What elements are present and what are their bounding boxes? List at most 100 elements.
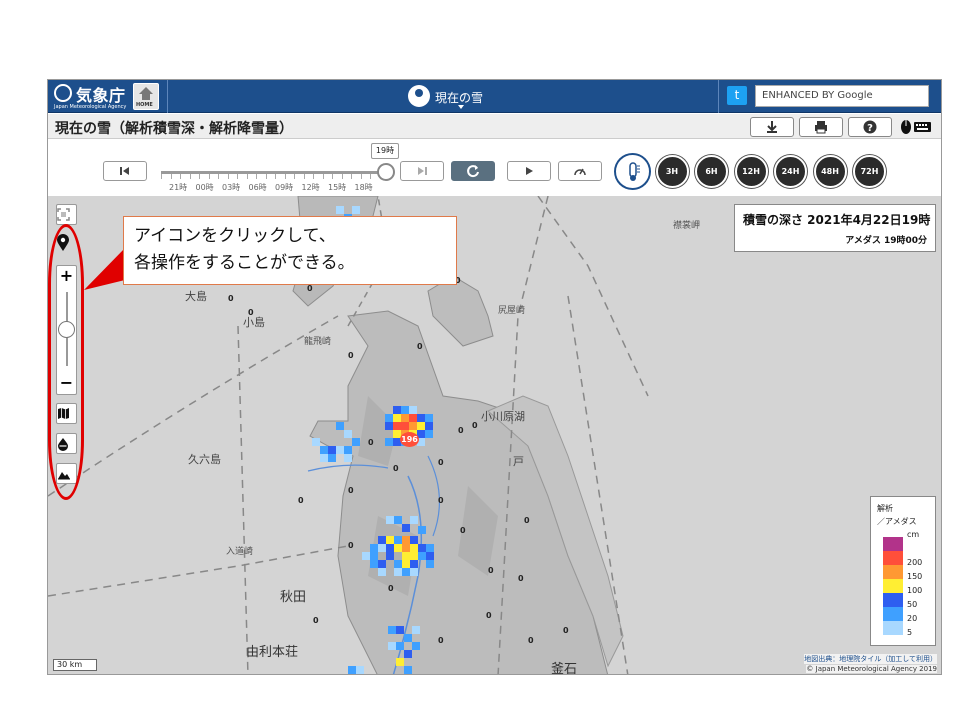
scale-bar: 30 km bbox=[53, 659, 97, 671]
amedas-value-marker[interactable]: 0 bbox=[486, 611, 492, 620]
title-bar: 現在の雪（解析積雪深・解析降雪量） ? bbox=[48, 114, 941, 139]
twitter-icon[interactable]: t bbox=[727, 86, 747, 105]
fullscreen-button[interactable] bbox=[56, 204, 77, 225]
time-tick bbox=[237, 174, 238, 179]
amedas-value-marker[interactable]: 0 bbox=[488, 566, 494, 575]
legend-label: 200 bbox=[907, 558, 923, 567]
amedas-value-marker[interactable]: 0 bbox=[228, 294, 234, 303]
snowfall-72H-button[interactable]: 72H bbox=[853, 155, 886, 188]
first-frame-button[interactable] bbox=[103, 161, 147, 181]
snow-grid-cell bbox=[402, 544, 410, 552]
jma-logo[interactable]: 気象庁 Japan Meteorological Agency bbox=[54, 83, 132, 110]
time-slider-handle[interactable] bbox=[377, 163, 395, 181]
time-tick-label: 18時 bbox=[354, 183, 373, 192]
snow-grid-cell bbox=[402, 560, 410, 568]
snow-depth-button[interactable] bbox=[616, 155, 649, 188]
amedas-value-marker[interactable]: 0 bbox=[393, 464, 399, 473]
time-slider-track[interactable] bbox=[161, 171, 386, 174]
snow-grid-cell bbox=[394, 544, 402, 552]
snow-grid-cell bbox=[401, 422, 409, 430]
snow-depth-icon bbox=[628, 162, 640, 181]
amedas-value-marker[interactable]: 0 bbox=[368, 438, 374, 447]
snow-grid-cell bbox=[425, 430, 433, 438]
latest-refresh-button[interactable] bbox=[451, 161, 495, 181]
time-tick bbox=[341, 174, 343, 179]
snow-grid-cell bbox=[386, 536, 394, 544]
snow-grid-cell bbox=[396, 626, 404, 634]
snow-grid-cell bbox=[402, 552, 410, 560]
last-frame-button[interactable] bbox=[400, 161, 444, 181]
info-subtitle: アメダス 19時00分 bbox=[845, 236, 927, 246]
time-tick bbox=[227, 174, 229, 179]
site-search-input[interactable]: ENHANCED BY Google bbox=[755, 85, 929, 107]
logo-name: 気象庁 bbox=[76, 86, 126, 105]
amedas-value-marker[interactable]: 0 bbox=[438, 496, 444, 505]
snow-grid-cell bbox=[320, 454, 328, 462]
help-button[interactable]: ? bbox=[848, 117, 892, 137]
snowfall-12H-button[interactable]: 12H bbox=[734, 155, 768, 188]
info-title: 積雪の深さ 2021年4月22日19時 bbox=[743, 213, 931, 227]
snow-grid-cell bbox=[388, 642, 396, 650]
legend-swatch bbox=[883, 593, 903, 607]
snowfall-6H-button[interactable]: 6H bbox=[695, 155, 728, 188]
home-label: HOME bbox=[136, 102, 153, 108]
amedas-value-marker[interactable]: 0 bbox=[528, 636, 534, 645]
time-tick bbox=[208, 174, 210, 179]
amedas-value-marker[interactable]: 0 bbox=[472, 421, 478, 430]
snow-grid-cell bbox=[404, 666, 412, 674]
amedas-value-marker[interactable]: 0 bbox=[298, 496, 304, 505]
snow-grid-cell bbox=[396, 658, 404, 666]
skip-end-icon bbox=[418, 167, 427, 175]
page-title: 現在の雪（解析積雪深・解析降雪量） bbox=[55, 121, 293, 137]
amedas-value-marker[interactable]: 0 bbox=[388, 584, 394, 593]
snow-grid-cell bbox=[393, 422, 401, 430]
amedas-value-marker[interactable]: 0 bbox=[307, 284, 313, 293]
play-button[interactable] bbox=[507, 161, 551, 181]
snowfall-3H-button[interactable]: 3H bbox=[655, 155, 689, 188]
snow-grid-cell bbox=[370, 552, 378, 560]
callout-line-2: 各操作をすることができる。 bbox=[134, 253, 355, 273]
skip-start-icon bbox=[120, 167, 129, 175]
place-label: 大島 bbox=[185, 290, 207, 303]
amedas-value-marker[interactable]: 0 bbox=[518, 574, 524, 583]
snowfall-48H-button[interactable]: 48H bbox=[813, 155, 847, 188]
mouse-keyboard-icon[interactable] bbox=[900, 119, 932, 135]
home-button[interactable]: HOME bbox=[133, 83, 159, 110]
download-button[interactable] bbox=[750, 117, 794, 137]
amedas-value-marker[interactable]: 0 bbox=[524, 516, 530, 525]
snow-grid-cell bbox=[425, 414, 433, 422]
map-credit-link[interactable]: 地図出典：地理院タイル（加工して利用） bbox=[804, 654, 937, 664]
legend-swatch bbox=[883, 579, 903, 593]
amedas-value-marker[interactable]: 0 bbox=[438, 458, 444, 467]
amedas-value-marker[interactable]: 0 bbox=[348, 541, 354, 550]
amedas-max-marker[interactable]: 196 bbox=[400, 432, 419, 447]
snow-grid-cell bbox=[394, 560, 402, 568]
amedas-value-marker[interactable]: 0 bbox=[348, 351, 354, 360]
snow-grid-cell bbox=[425, 422, 433, 430]
amedas-value-marker[interactable]: 0 bbox=[458, 426, 464, 435]
snow-grid-cell bbox=[348, 666, 356, 674]
snow-grid-cell bbox=[417, 422, 425, 430]
jma-emblem-icon bbox=[54, 84, 72, 102]
snow-grid-cell bbox=[410, 560, 418, 568]
snow-grid-cell bbox=[402, 536, 410, 544]
amedas-value-marker[interactable]: 0 bbox=[460, 526, 466, 535]
snow-grid-cell bbox=[404, 634, 412, 642]
amedas-value-marker[interactable]: 0 bbox=[248, 308, 254, 317]
snowfall-24H-button[interactable]: 24H bbox=[774, 155, 807, 188]
legend-unit: cm bbox=[907, 530, 920, 539]
amedas-value-marker[interactable]: 0 bbox=[563, 626, 569, 635]
time-tick bbox=[180, 174, 181, 179]
amedas-value-marker[interactable]: 0 bbox=[438, 636, 444, 645]
amedas-value-marker[interactable]: 0 bbox=[417, 342, 423, 351]
print-button[interactable] bbox=[799, 117, 843, 137]
time-tick-label: 06時 bbox=[248, 183, 267, 192]
speed-button[interactable] bbox=[558, 161, 602, 181]
amedas-value-marker[interactable]: 0 bbox=[348, 486, 354, 495]
annotation-callout: アイコンをクリックして、 各操作をすることができる。 bbox=[123, 216, 457, 285]
amedas-value-marker[interactable]: 0 bbox=[313, 616, 319, 625]
time-tick bbox=[170, 174, 172, 179]
highlight-ellipse bbox=[48, 224, 84, 500]
time-tick bbox=[351, 174, 352, 179]
place-label: 小川原湖 bbox=[481, 410, 525, 423]
